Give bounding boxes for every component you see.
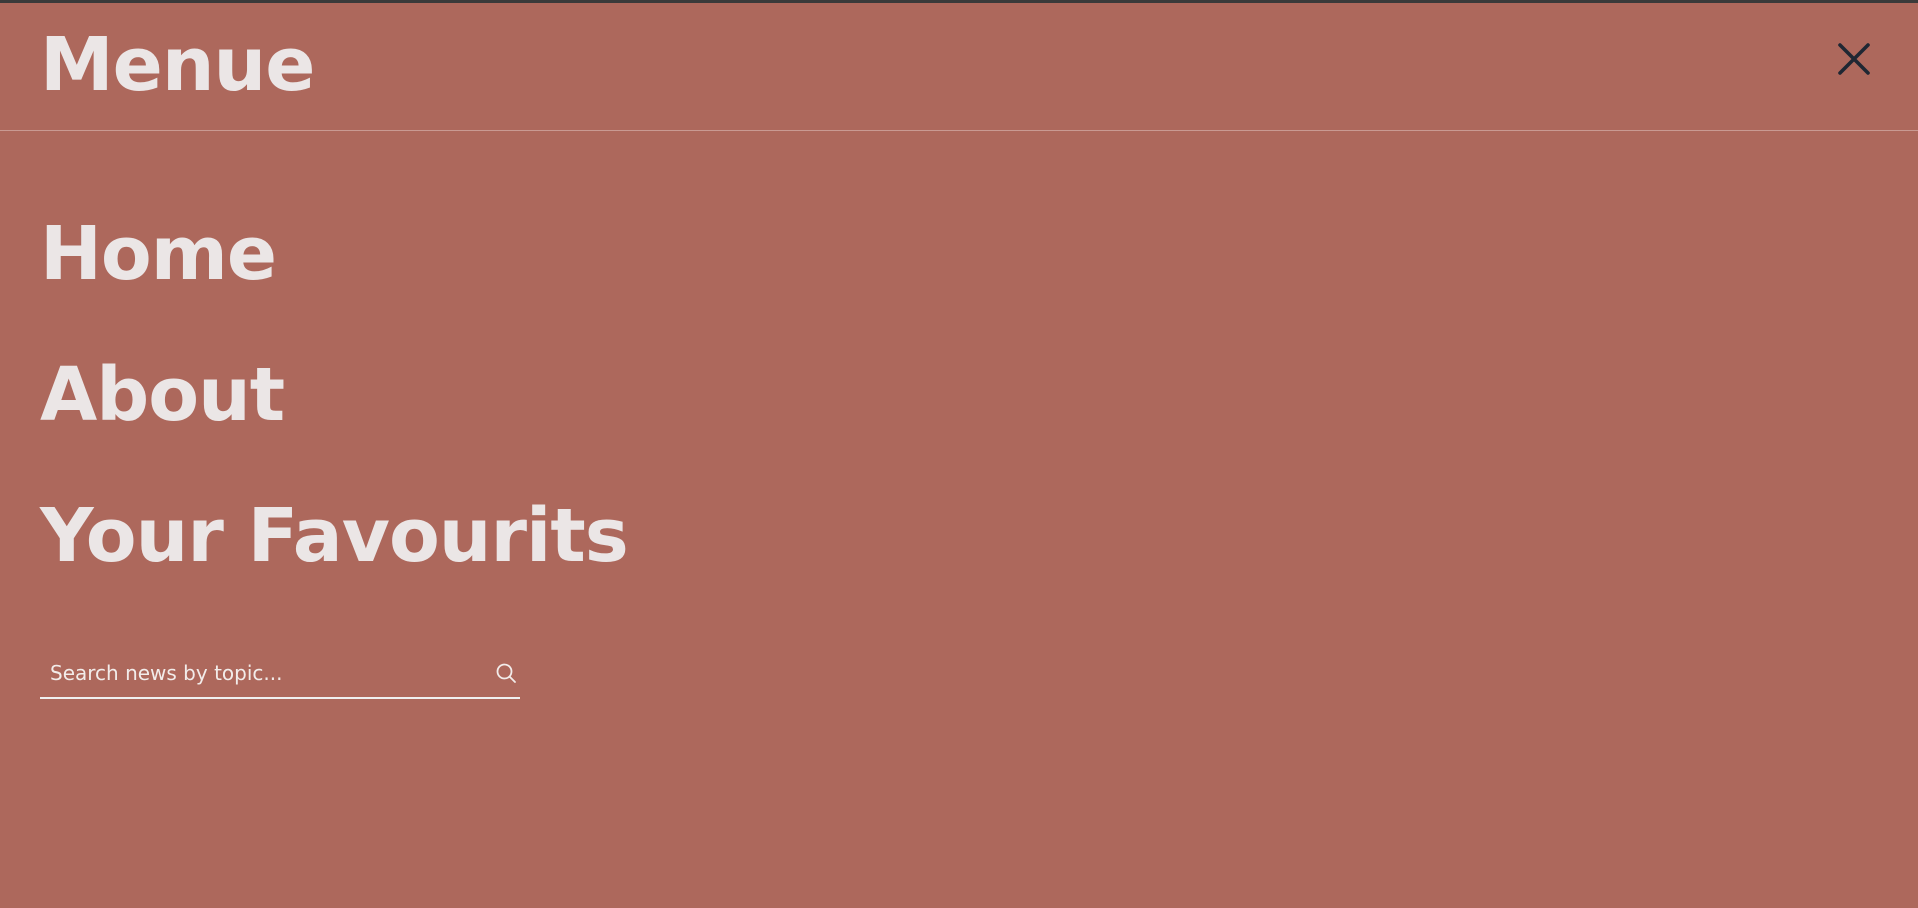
menu-header: Menue bbox=[0, 3, 1918, 131]
nav-item-about[interactable]: About bbox=[40, 351, 628, 492]
main-nav: Home About Your Favourits bbox=[40, 210, 629, 633]
search-button[interactable] bbox=[494, 661, 518, 685]
nav-item-your-favourits[interactable]: Your Favourits bbox=[40, 492, 629, 633]
search-input[interactable] bbox=[40, 650, 470, 696]
close-icon bbox=[1838, 43, 1870, 75]
nav-item-home[interactable]: Home bbox=[40, 210, 628, 351]
search-icon bbox=[496, 663, 516, 683]
menu-title: Menue bbox=[40, 22, 315, 108]
close-button[interactable] bbox=[1836, 41, 1872, 77]
search-bar bbox=[40, 650, 520, 699]
